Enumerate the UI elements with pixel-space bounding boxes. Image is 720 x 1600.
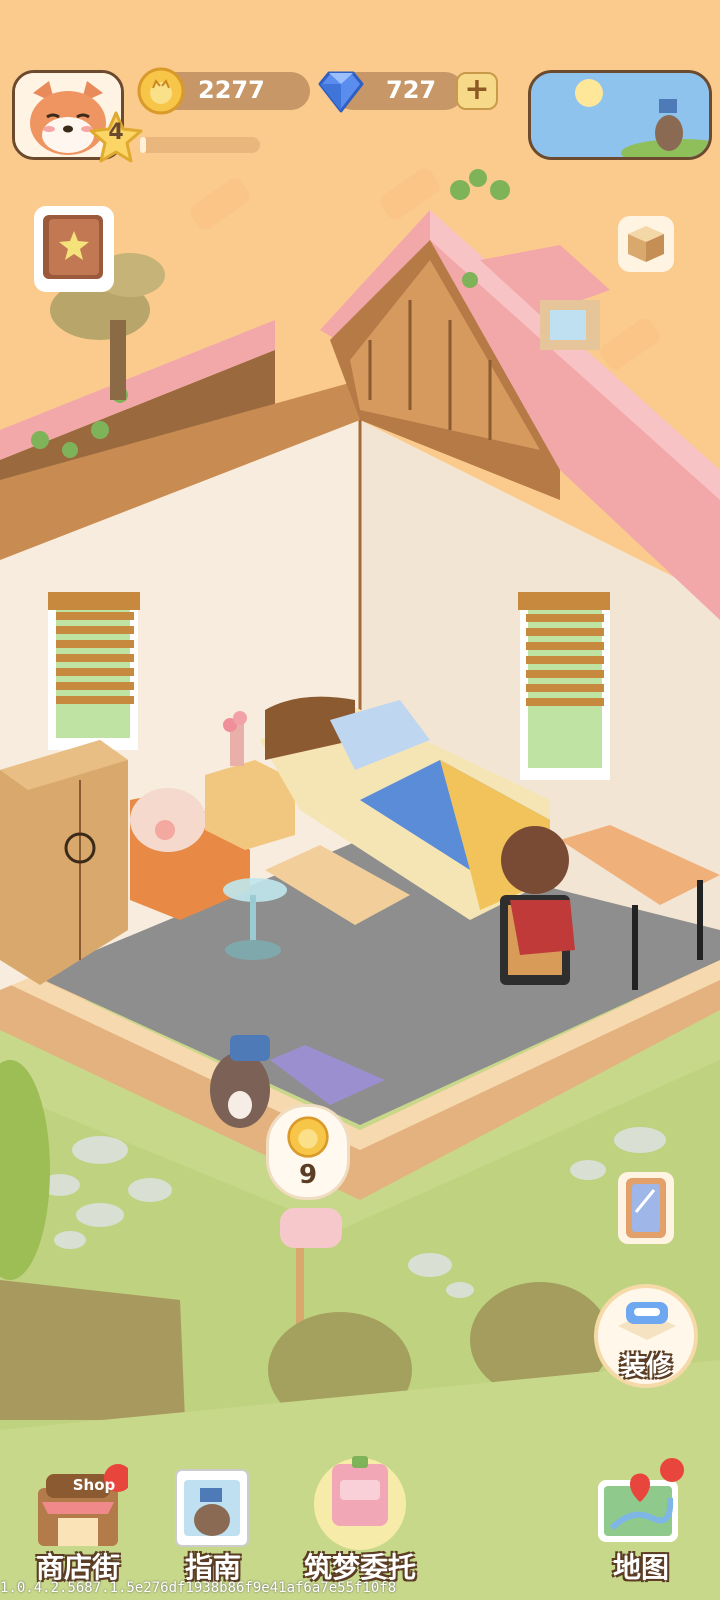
gem-amount: 727 [386, 76, 437, 104]
album-button[interactable] [34, 206, 114, 292]
box-icon [628, 226, 664, 262]
reward-amount: 9 [298, 1160, 318, 1190]
coin-icon [137, 67, 185, 115]
map-icon [598, 1458, 684, 1542]
storage-box-button[interactable] [618, 216, 674, 272]
shop-stall-icon [38, 1464, 128, 1546]
nav-map-label: 地图 [612, 1551, 669, 1584]
coin-amount: 2277 [198, 76, 265, 104]
blueprint-bed-icon [618, 1302, 676, 1340]
version-string: 1.0.4.2.5687.1.5e276df1938b86f9e41af6a7e… [0, 1580, 397, 1596]
nav-map[interactable]: 地图 [586, 1458, 696, 1584]
decorate-button[interactable]: 装修 [594, 1284, 698, 1388]
weather-preview-button[interactable] [528, 70, 712, 160]
nav-shop-street[interactable]: Shop 商店街 [18, 1462, 138, 1584]
nav-guide[interactable]: 指南 [158, 1462, 268, 1584]
nav-dream-commission[interactable]: 筑梦委托 [286, 1450, 434, 1586]
mirror-frame-button[interactable] [618, 1172, 674, 1244]
add-gems-button[interactable]: + [456, 72, 498, 110]
sunny-weather-icon [531, 73, 709, 157]
coin-icon [287, 1116, 329, 1158]
shop-sign-text: Shop [72, 1476, 116, 1494]
gem-icon [318, 71, 364, 113]
star-book-icon [43, 215, 103, 279]
commission-notebook-icon [314, 1456, 406, 1550]
xp-bar-track [140, 137, 260, 153]
player-level: 4 [108, 120, 124, 145]
decorate-label: 装修 [619, 1352, 672, 1382]
guide-book-icon [175, 1469, 249, 1547]
mirror-icon [626, 1178, 666, 1238]
